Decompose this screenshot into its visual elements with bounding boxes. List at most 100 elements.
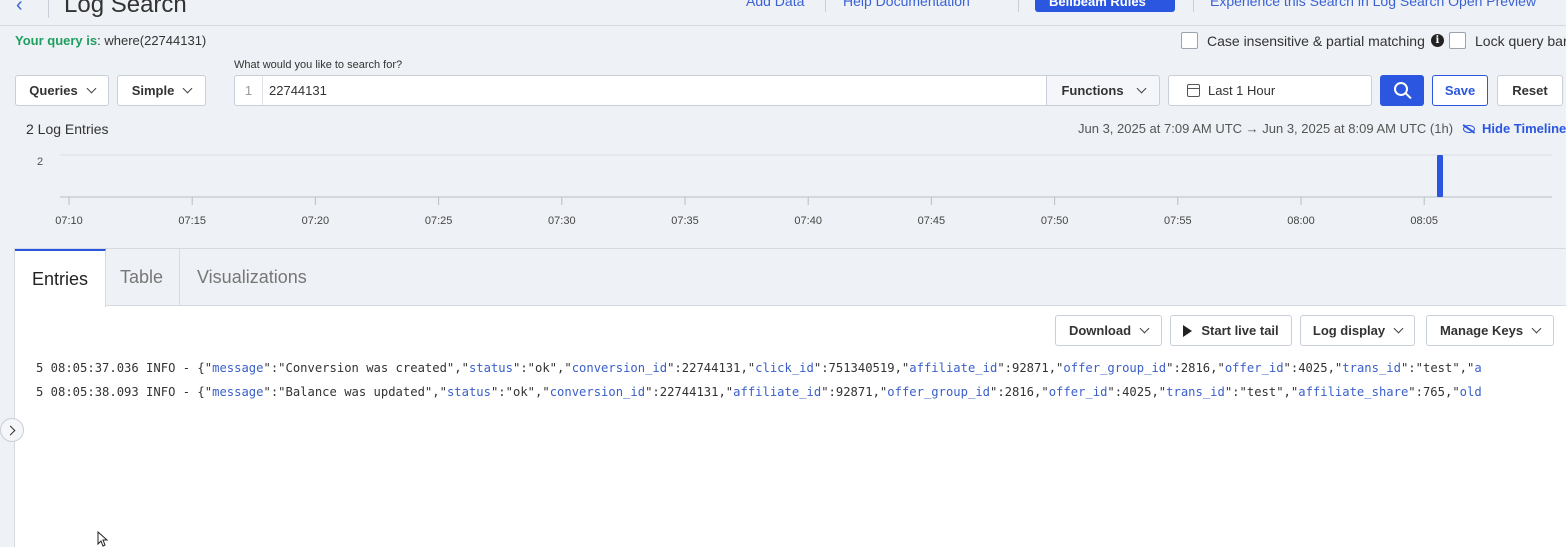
log-value: ":22744131 bbox=[667, 361, 741, 375]
lock-query-bar-checkbox[interactable] bbox=[1449, 32, 1466, 49]
page-title: Log Search bbox=[64, 0, 187, 18]
play-icon bbox=[1183, 324, 1193, 337]
log-prefix: 5 08:05:38.093 INFO - { bbox=[36, 385, 205, 399]
log-key[interactable]: a bbox=[1474, 361, 1481, 375]
log-key[interactable]: offer_group_id bbox=[1063, 361, 1166, 375]
log-entry[interactable]: 5 08:05:37.036 INFO - {"message":"Conver… bbox=[36, 361, 1551, 375]
divider bbox=[1018, 0, 1019, 12]
log-key[interactable]: message bbox=[212, 385, 263, 399]
timeline-tick-label: 07:55 bbox=[1164, 215, 1192, 227]
line-number: 1 bbox=[235, 76, 263, 105]
lock-query-bar-option[interactable]: Lock query bar bbox=[1449, 32, 1566, 49]
timeline-tick-label: 08:05 bbox=[1410, 215, 1438, 227]
tab-entries[interactable]: Entries bbox=[15, 249, 107, 307]
mode-dropdown[interactable]: Simple bbox=[117, 75, 206, 106]
timeline-tick-label: 07:30 bbox=[548, 215, 576, 227]
log-value: ":"test" bbox=[1224, 385, 1284, 399]
time-range-value: Last 1 Hour bbox=[1208, 83, 1276, 98]
log-entry[interactable]: 5 08:05:38.093 INFO - {"message":"Balanc… bbox=[36, 385, 1551, 399]
chevron-down-icon bbox=[182, 83, 193, 94]
case-insensitive-option[interactable]: Case insensitive & partial matching i bbox=[1181, 32, 1444, 49]
log-key[interactable]: status bbox=[469, 361, 513, 375]
timeline-tick-label: 07:10 bbox=[55, 215, 83, 227]
chevron-down-icon bbox=[1136, 83, 1146, 94]
log-value: ":"test" bbox=[1400, 361, 1460, 375]
expand-sidebar-button[interactable] bbox=[0, 418, 24, 442]
manage-keys-dropdown[interactable]: Manage Keys bbox=[1426, 315, 1554, 346]
time-range-summary: Jun 3, 2025 at 7:09 AM UTC → Jun 3, 2025… bbox=[1078, 121, 1454, 136]
chevron-down-icon bbox=[1393, 323, 1404, 334]
queries-dropdown[interactable]: Queries bbox=[15, 75, 109, 106]
mode-label: Simple bbox=[131, 83, 175, 98]
log-display-label: Log display bbox=[1312, 323, 1386, 338]
log-value: ":"ok" bbox=[490, 385, 535, 399]
timeline-tick-label: 07:20 bbox=[302, 215, 330, 227]
timeline-chart: 2 07:10 07:15 07:20 07:25 07:30 07:35 07:40 07:… bbox=[37, 154, 1552, 227]
case-insensitive-checkbox[interactable] bbox=[1181, 32, 1198, 49]
start-live-tail-button[interactable]: Start live tail bbox=[1170, 315, 1292, 346]
top-bar: ‹ Log Search Add Data Help Documentation… bbox=[0, 0, 1566, 26]
queries-label: Queries bbox=[29, 83, 78, 98]
help-documentation-link[interactable]: Help Documentation bbox=[843, 0, 970, 9]
log-key[interactable]: status bbox=[447, 385, 491, 399]
divider bbox=[48, 0, 49, 18]
functions-label: Functions bbox=[1061, 83, 1124, 98]
save-button[interactable]: Save bbox=[1432, 75, 1488, 106]
add-data-link[interactable]: Add Data bbox=[746, 0, 804, 9]
tab-table[interactable]: Table bbox=[104, 249, 180, 306]
search-value[interactable]: 22744131 bbox=[263, 83, 327, 98]
hide-timeline-button[interactable]: Hide Timeline bbox=[1463, 121, 1566, 136]
timeline-tick-label: 07:50 bbox=[1041, 215, 1069, 227]
functions-dropdown[interactable]: Functions bbox=[1046, 75, 1160, 106]
timeline-bar[interactable] bbox=[1437, 155, 1443, 197]
reset-button[interactable]: Reset bbox=[1497, 75, 1563, 106]
log-key[interactable]: affiliate_share bbox=[1298, 385, 1408, 399]
chevron-down-icon bbox=[86, 83, 97, 94]
log-key[interactable]: click_id bbox=[755, 361, 814, 375]
search-label: What would you like to search for? bbox=[234, 59, 403, 71]
log-value: ":"Conversion was created" bbox=[263, 361, 455, 375]
search-button[interactable] bbox=[1380, 75, 1424, 106]
log-key[interactable]: conversion_id bbox=[572, 361, 667, 375]
divider bbox=[825, 0, 826, 12]
live-tail-label: Start live tail bbox=[1201, 323, 1279, 338]
back-arrow-icon[interactable]: ‹ bbox=[16, 0, 23, 17]
log-key[interactable]: trans_id bbox=[1166, 385, 1225, 399]
timeline-tick-label: 07:35 bbox=[671, 215, 699, 227]
info-icon[interactable]: i bbox=[1430, 34, 1444, 47]
case-insensitive-label: Case insensitive & partial matching bbox=[1207, 32, 1425, 49]
log-entries-count: 2 Log Entries bbox=[26, 121, 109, 137]
log-key[interactable]: old bbox=[1460, 385, 1482, 399]
search-input[interactable]: 1 22744131 bbox=[234, 75, 1047, 106]
chevron-down-icon bbox=[1531, 323, 1542, 334]
tab-visualizations[interactable]: Visualizations bbox=[180, 249, 324, 306]
log-key[interactable]: conversion_id bbox=[550, 385, 645, 399]
time-range-picker[interactable]: Last 1 Hour bbox=[1168, 75, 1372, 106]
mouse-cursor-icon bbox=[97, 531, 109, 547]
timeline-ticks: 07:10 07:15 07:20 07:25 07:30 07:35 07:40 07:45… bbox=[55, 197, 1438, 227]
log-value: ":"ok" bbox=[512, 361, 558, 375]
log-key[interactable]: affiliate_id bbox=[733, 385, 821, 399]
download-label: Download bbox=[1068, 323, 1132, 338]
log-key[interactable]: affiliate_id bbox=[909, 361, 997, 375]
log-display-dropdown[interactable]: Log display bbox=[1300, 315, 1415, 346]
query-summary: Your query is: where(22744131) bbox=[15, 33, 206, 48]
log-key[interactable]: offer_id bbox=[1225, 361, 1284, 375]
lock-query-bar-label: Lock query bar bbox=[1475, 32, 1566, 49]
timeline-tick-label: 07:25 bbox=[425, 215, 453, 227]
eye-off-icon bbox=[1463, 124, 1475, 133]
log-key[interactable]: offer_group_id bbox=[887, 385, 990, 399]
log-value: ":4025 bbox=[1107, 385, 1152, 399]
log-value: ":92871 bbox=[821, 385, 873, 399]
experience-preview-link[interactable]: Experience this Search in Log Search Ope… bbox=[1210, 0, 1536, 9]
log-key[interactable]: offer_id bbox=[1049, 385, 1108, 399]
log-key[interactable]: message bbox=[212, 361, 263, 375]
results-tabs: Entries Table Visualizations bbox=[15, 249, 1566, 307]
chevron-right-icon bbox=[5, 425, 16, 435]
timeline-tick-label: 07:45 bbox=[918, 215, 946, 227]
top-primary-button[interactable]: Bellbeam Rules bbox=[1035, 0, 1175, 12]
log-value: ":4025 bbox=[1283, 361, 1328, 375]
manage-keys-label: Manage Keys bbox=[1439, 323, 1524, 338]
log-key[interactable]: trans_id bbox=[1342, 361, 1401, 375]
download-dropdown[interactable]: Download bbox=[1055, 315, 1162, 346]
